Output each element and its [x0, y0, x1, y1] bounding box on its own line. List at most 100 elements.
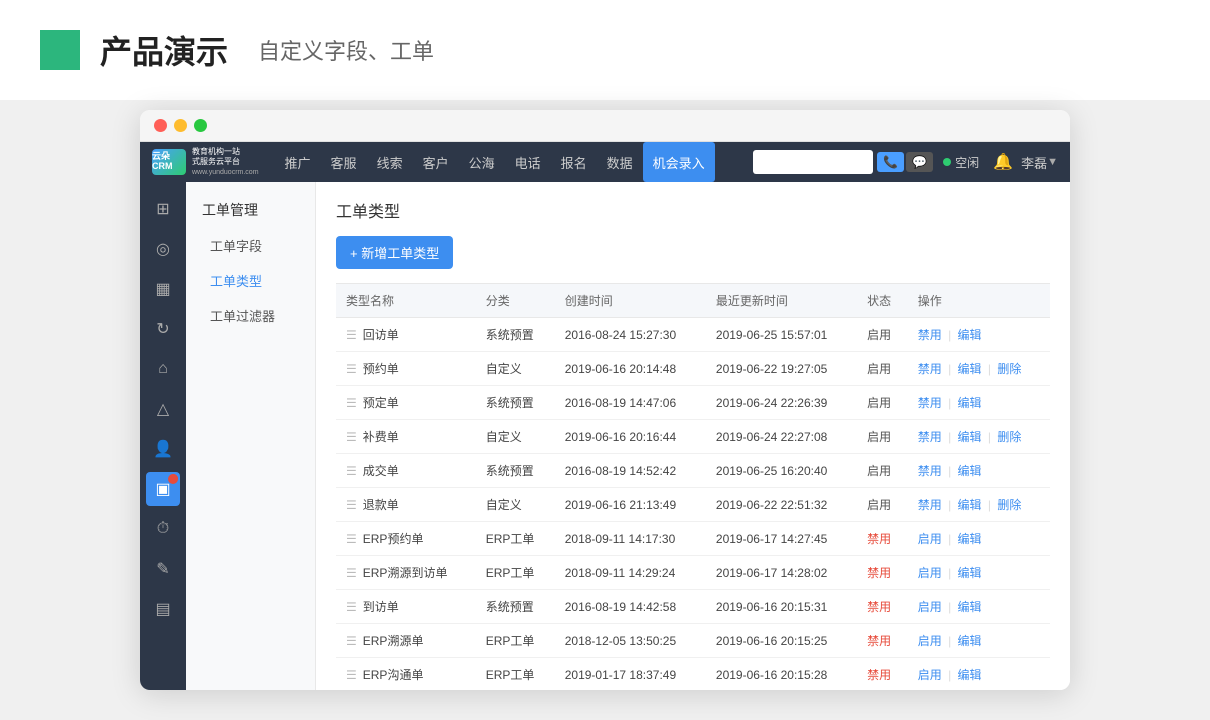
nav-item-phone[interactable]: 电话 [505, 142, 551, 182]
banner-subtitle: 自定义字段、工单 [258, 34, 434, 66]
row-handle-icon: ☰ [346, 600, 357, 614]
app-window: 云朵CRM 教育机构一站 式服务云平台 www.yunduocrm.com 推广… [140, 110, 1070, 690]
action-编辑-link[interactable]: 编辑 [958, 464, 982, 478]
cell-created: 2016-08-24 15:27:30 [555, 318, 706, 352]
cell-status: 启用 [857, 386, 908, 420]
sidebar-icon-clock[interactable]: ⏱ [146, 512, 180, 546]
table-row: ☰ERP溯源到访单ERP工单2018-09-11 14:29:242019-06… [336, 556, 1050, 590]
action-编辑-link[interactable]: 编辑 [958, 362, 982, 376]
table-row: ☰补费单自定义2019-06-16 20:16:442019-06-24 22:… [336, 420, 1050, 454]
sidebar-icon-pen[interactable]: ✎ [146, 552, 180, 586]
cell-category: 系统预置 [476, 590, 555, 624]
nav-message-button[interactable]: 💬 [906, 152, 933, 172]
nav-search-input[interactable] [753, 150, 873, 174]
action-编辑-link[interactable]: 编辑 [958, 532, 982, 546]
action-禁用-link[interactable]: 禁用 [918, 430, 942, 444]
cell-category: 自定义 [476, 420, 555, 454]
cell-name: ☰ERP溯源到访单 [336, 556, 476, 590]
action-启用-link[interactable]: 启用 [918, 668, 942, 682]
cell-actions: 禁用 | 编辑 [908, 318, 1050, 352]
sidebar-icon-chart[interactable]: ▦ [146, 272, 180, 306]
action-禁用-link[interactable]: 禁用 [918, 362, 942, 376]
action-启用-link[interactable]: 启用 [918, 566, 942, 580]
action-编辑-link[interactable]: 编辑 [958, 498, 982, 512]
action-separator: | [945, 600, 955, 614]
action-编辑-link[interactable]: 编辑 [958, 328, 982, 342]
cell-category: 系统预置 [476, 386, 555, 420]
cell-actions: 启用 | 编辑 [908, 624, 1050, 658]
window-titlebar [140, 110, 1070, 142]
action-禁用-link[interactable]: 禁用 [918, 464, 942, 478]
top-banner: 产品演示 自定义字段、工单 [0, 0, 1210, 100]
action-separator: | [945, 396, 955, 410]
sidebar-icon-shield[interactable]: ◎ [146, 232, 180, 266]
sidebar-icon-grid[interactable]: ⊞ [146, 192, 180, 226]
nav-user-chevron-icon[interactable]: ▼ [1047, 156, 1058, 168]
crm-navbar: 云朵CRM 教育机构一站 式服务云平台 www.yunduocrm.com 推广… [140, 142, 1070, 182]
close-button[interactable] [154, 119, 167, 132]
left-nav-item-filters[interactable]: 工单过滤器 [186, 298, 315, 333]
add-type-button[interactable]: + 新增工单类型 [336, 236, 453, 269]
nav-status: 空闲 [943, 154, 979, 171]
action-编辑-link[interactable]: 编辑 [958, 600, 982, 614]
action-禁用-link[interactable]: 禁用 [918, 396, 942, 410]
action-编辑-link[interactable]: 编辑 [958, 566, 982, 580]
action-separator: | [945, 532, 955, 546]
cell-category: ERP工单 [476, 624, 555, 658]
nav-phone-button[interactable]: 📞 [877, 152, 904, 172]
cell-actions: 启用 | 编辑 [908, 556, 1050, 590]
sidebar-icon-refresh[interactable]: ↻ [146, 312, 180, 346]
action-启用-link[interactable]: 启用 [918, 600, 942, 614]
sidebar-icon-bell[interactable]: △ [146, 392, 180, 426]
cell-actions: 禁用 | 编辑 | 删除 [908, 420, 1050, 454]
action-编辑-link[interactable]: 编辑 [958, 396, 982, 410]
action-启用-link[interactable]: 启用 [918, 532, 942, 546]
action-禁用-link[interactable]: 禁用 [918, 498, 942, 512]
row-handle-icon: ☰ [346, 668, 357, 682]
action-删除-link[interactable]: 删除 [997, 498, 1021, 512]
nav-item-signup[interactable]: 报名 [551, 142, 597, 182]
nav-item-data[interactable]: 数据 [597, 142, 643, 182]
status-badge: 启用 [867, 328, 891, 342]
action-启用-link[interactable]: 启用 [918, 634, 942, 648]
action-删除-link[interactable]: 删除 [997, 362, 1021, 376]
cell-updated: 2019-06-24 22:26:39 [706, 386, 857, 420]
col-header-actions: 操作 [908, 284, 1050, 318]
nav-item-opportunity[interactable]: 机会录入 [643, 142, 715, 182]
row-handle-icon: ☰ [346, 430, 357, 444]
sidebar-icon-user[interactable]: 👤 [146, 432, 180, 466]
nav-user-name[interactable]: 李磊 [1021, 153, 1047, 172]
nav-item-leads[interactable]: 线索 [367, 142, 413, 182]
sidebar-icons: ⊞ ◎ ▦ ↻ ⌂ △ 👤 ▣ ⏱ ✎ ▤ [140, 182, 186, 690]
nav-item-promote[interactable]: 推广 [275, 142, 321, 182]
nav-item-customer-service[interactable]: 客服 [321, 142, 367, 182]
cell-updated: 2019-06-25 16:20:40 [706, 454, 857, 488]
action-separator: | [945, 430, 955, 444]
action-separator: | [945, 362, 955, 376]
notification-bell-icon[interactable]: 🔔 [993, 152, 1013, 172]
cell-actions: 禁用 | 编辑 [908, 386, 1050, 420]
status-badge: 禁用 [867, 532, 891, 546]
left-nav-item-types[interactable]: 工单类型 [186, 263, 315, 298]
nav-item-sea[interactable]: 公海 [459, 142, 505, 182]
maximize-button[interactable] [194, 119, 207, 132]
sidebar-icon-storage[interactable]: ▤ [146, 592, 180, 626]
sidebar-icon-ticket[interactable]: ▣ [146, 472, 180, 506]
sidebar-icon-home[interactable]: ⌂ [146, 352, 180, 386]
action-删除-link[interactable]: 删除 [997, 430, 1021, 444]
action-separator: | [945, 498, 955, 512]
cell-updated: 2019-06-16 20:15:28 [706, 658, 857, 691]
left-nav-item-fields[interactable]: 工单字段 [186, 228, 315, 263]
action-编辑-link[interactable]: 编辑 [958, 634, 982, 648]
table-row: ☰ERP沟通单ERP工单2019-01-17 18:37:492019-06-1… [336, 658, 1050, 691]
cell-category: ERP工单 [476, 556, 555, 590]
cell-created: 2016-08-19 14:42:58 [555, 590, 706, 624]
left-nav-panel: 工单管理 工单字段 工单类型 工单过滤器 [186, 182, 316, 690]
action-编辑-link[interactable]: 编辑 [958, 430, 982, 444]
cell-status: 禁用 [857, 658, 908, 691]
nav-item-customers[interactable]: 客户 [413, 142, 459, 182]
action-编辑-link[interactable]: 编辑 [958, 668, 982, 682]
crm-logo: 云朵CRM 教育机构一站 式服务云平台 www.yunduocrm.com [152, 147, 259, 177]
minimize-button[interactable] [174, 119, 187, 132]
action-禁用-link[interactable]: 禁用 [918, 328, 942, 342]
